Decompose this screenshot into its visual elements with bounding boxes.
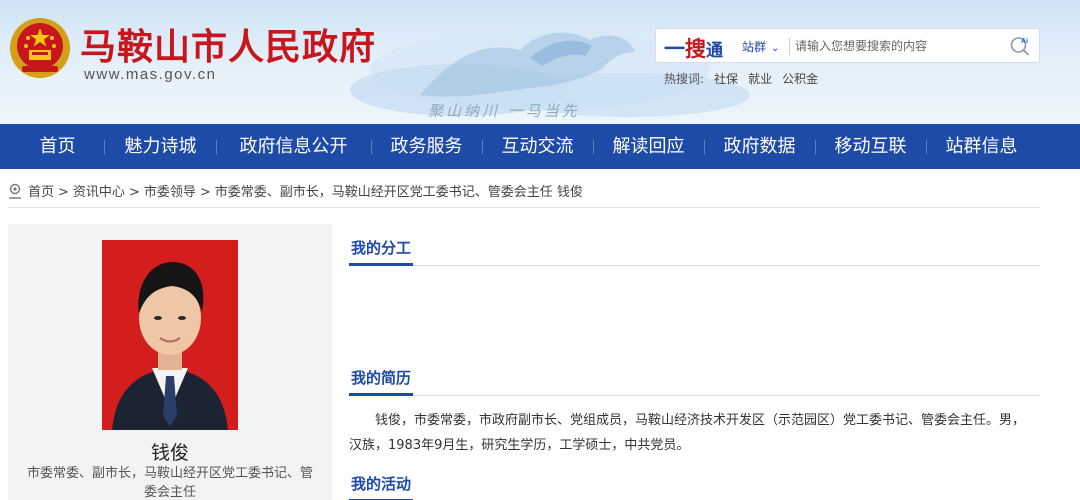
nav-item-interpretation[interactable]: 解读回应	[593, 124, 704, 169]
section-activities-header: 我的活动	[349, 472, 1040, 500]
breadcrumb-current: 市委常委、副市长，马鞍山经开区党工委书记、管委会主任 钱俊	[214, 185, 583, 200]
section-division-header: 我的分工	[349, 236, 1040, 266]
nav-item-gov-services[interactable]: 政务服务	[371, 124, 482, 169]
search-input[interactable]	[795, 35, 995, 57]
search-brand-logo: 一搜通	[664, 37, 723, 61]
hot-keyword-link[interactable]: 社保	[714, 72, 738, 86]
hot-keywords-label: 热搜词:	[664, 72, 705, 86]
nav-item-home[interactable]: 首页	[0, 124, 115, 169]
leader-title: 市委常委、副市长，马鞍山经开区党工委书记、管委会主任	[26, 466, 313, 500]
nav-item-charm[interactable]: 魅力诗城	[105, 124, 216, 169]
profile-card: 钱俊 市委常委、副市长，马鞍山经开区党工委书记、管委会主任	[8, 224, 332, 500]
section-activities-title: 我的活动	[349, 472, 414, 500]
location-pin-icon	[9, 183, 21, 199]
slogan: 聚山纳川 一马当先	[428, 102, 580, 120]
leader-name: 钱俊	[150, 442, 189, 464]
search-box: 一搜通 站群 ⌄ Ai	[655, 28, 1040, 63]
section-resume-title: 我的简历	[349, 366, 414, 396]
chevron-down-icon: ⌄	[771, 43, 780, 54]
search-scope-label: 站群	[742, 40, 767, 54]
site-header: 马鞍山市人民政府 www.mas.gov.cn 聚山纳川 一马当先 一搜通 站群…	[0, 0, 1080, 124]
search-divider	[789, 38, 790, 55]
nav-item-site-group[interactable]: 站群信息	[926, 124, 1037, 169]
site-url: www.mas.gov.cn	[84, 66, 217, 83]
breadcrumb-divider	[8, 207, 1040, 208]
hot-keywords: 热搜词: 社保 就业 公积金	[664, 70, 818, 87]
resume-text: 钱俊，市委常委，市政府副市长、党组成员，马鞍山经济技术开发区（示范园区）党工委书…	[349, 413, 1026, 453]
breadcrumb-separator: >	[199, 185, 211, 200]
search-icon[interactable]: Ai	[1009, 35, 1031, 57]
hot-keyword-link[interactable]: 公积金	[782, 72, 818, 86]
breadcrumb-separator: >	[128, 185, 140, 200]
breadcrumb: 首页 > 资讯中心 > 市委领导 > 市委常委、副市长，马鞍山经开区党工委书记、管委会主任 …	[8, 181, 583, 200]
section-resume-header: 我的简历	[349, 366, 1040, 396]
national-emblem-logo	[10, 18, 70, 78]
svg-text:Ai: Ai	[1021, 38, 1028, 45]
nav-item-gov-data[interactable]: 政府数据	[704, 124, 815, 169]
search-scope-dropdown[interactable]: 站群 ⌄	[742, 38, 779, 55]
breadcrumb-home-link[interactable]: 首页	[28, 185, 54, 200]
breadcrumb-separator: >	[58, 185, 69, 200]
main-nav: 首页 魅力诗城 政府信息公开 政务服务 互动交流 解读回应 政府数据 移动互联 …	[0, 124, 1080, 169]
hot-keyword-link[interactable]: 就业	[748, 72, 772, 86]
breadcrumb-leaders-link[interactable]: 市委领导	[144, 185, 196, 200]
nav-item-info-disclosure[interactable]: 政府信息公开	[216, 124, 371, 169]
nav-item-interaction[interactable]: 互动交流	[482, 124, 593, 169]
portrait-photo	[102, 240, 238, 430]
section-division-title: 我的分工	[349, 236, 414, 266]
breadcrumb-news-center-link[interactable]: 资讯中心	[73, 185, 125, 200]
nav-item-mobile[interactable]: 移动互联	[815, 124, 926, 169]
site-title: 马鞍山市人民政府	[80, 26, 377, 68]
